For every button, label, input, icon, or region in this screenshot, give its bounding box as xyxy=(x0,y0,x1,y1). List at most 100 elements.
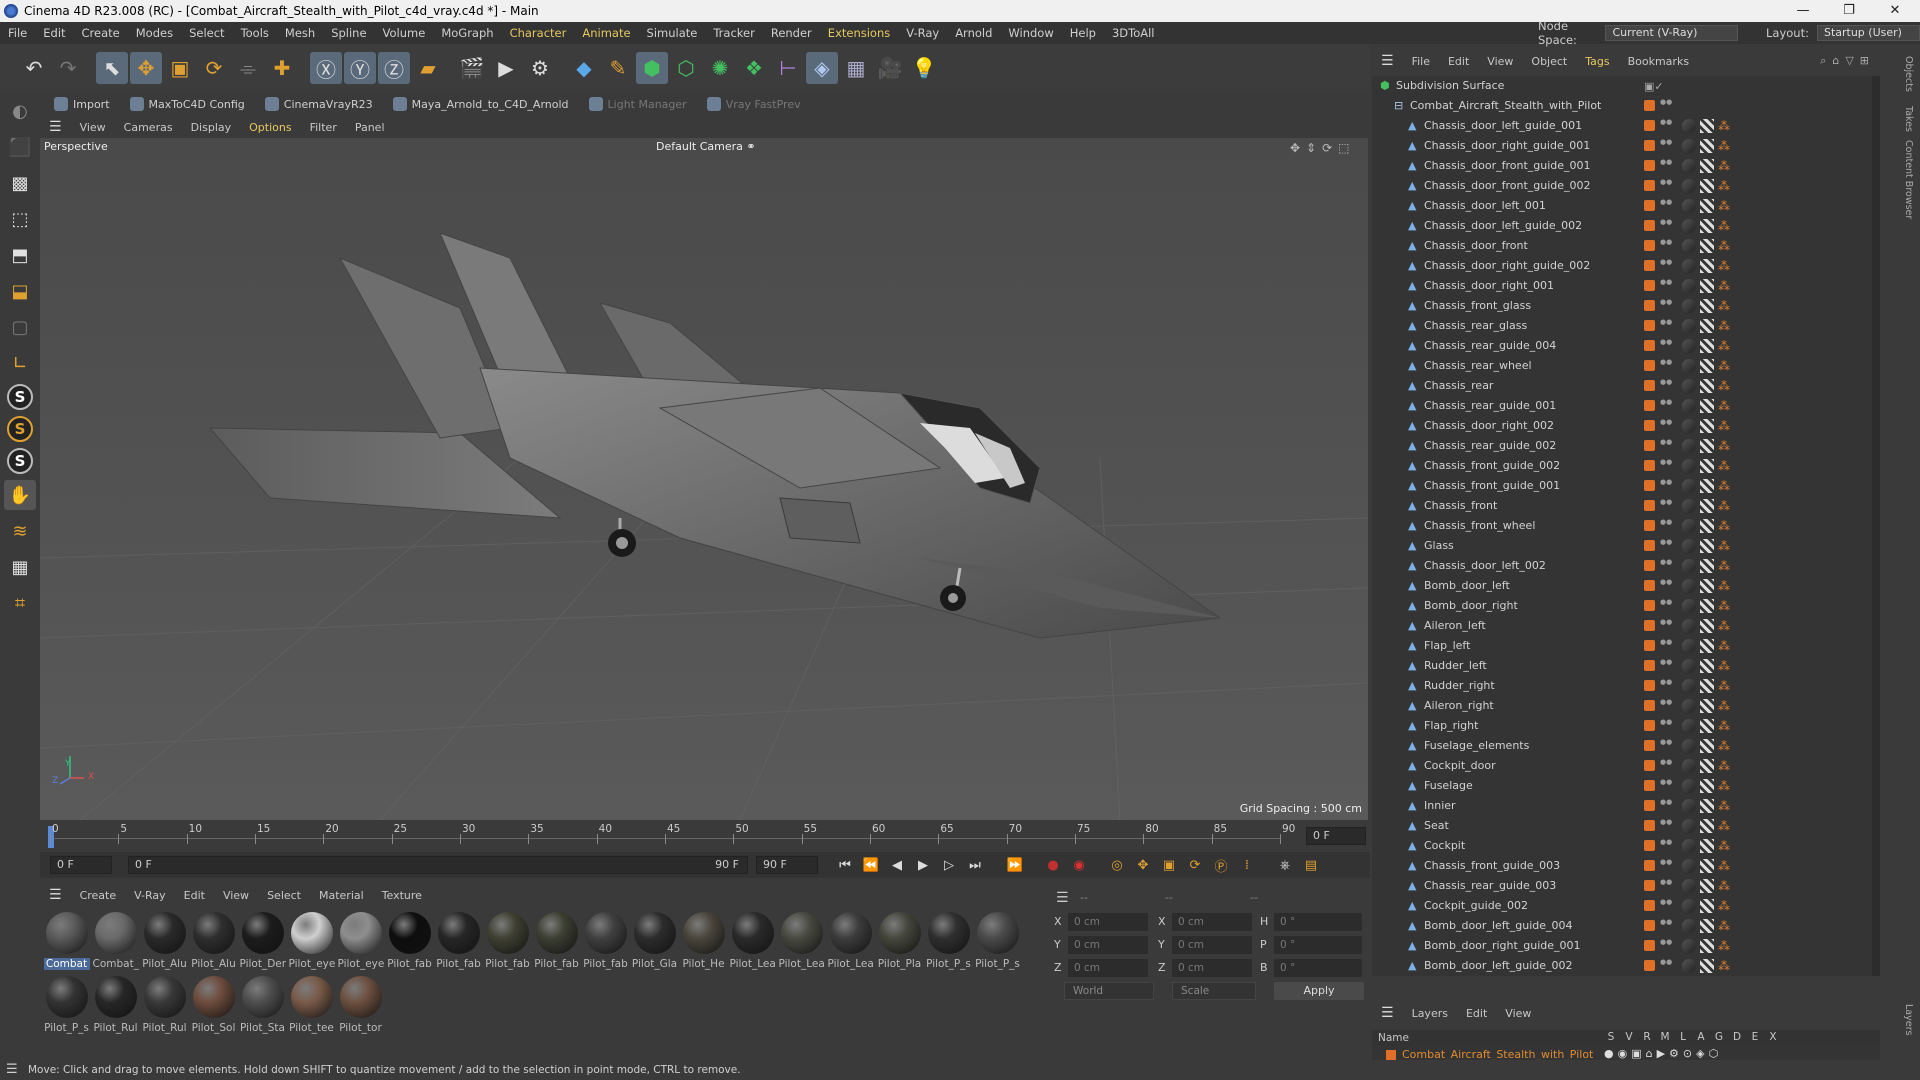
rotate-tool-icon[interactable]: ⟳ xyxy=(198,52,230,84)
material-tag-icon[interactable]: ⁂ xyxy=(1718,819,1732,833)
vray-tag-icon[interactable] xyxy=(1682,279,1696,293)
material-tag-icon[interactable]: ⁂ xyxy=(1718,939,1732,953)
y-axis-lock-icon[interactable]: Ⓨ xyxy=(344,52,376,84)
autokey-icon[interactable]: ◉ xyxy=(1068,854,1090,876)
texture-tag-icon[interactable] xyxy=(1700,679,1714,693)
texture-tag-icon[interactable] xyxy=(1700,219,1714,233)
material-tag-icon[interactable]: ⁂ xyxy=(1718,759,1732,773)
workplane-icon[interactable]: ≋ xyxy=(4,516,36,546)
material-swatch[interactable]: Pilot_Sol xyxy=(189,974,238,1038)
visibility-dots[interactable]: ●● xyxy=(1660,199,1672,213)
texture-tag-icon[interactable] xyxy=(1700,439,1714,453)
layer-color-tag[interactable] xyxy=(1644,840,1655,851)
visibility-dots[interactable]: ●● xyxy=(1660,579,1672,593)
size-x-field[interactable]: 0 cm xyxy=(1172,913,1252,931)
object-row-subdivision-surface[interactable]: ⬢ Subdivision Surface ▣✓ xyxy=(1372,76,1880,96)
layer-toggle-icons[interactable]: ●◉▣⌂▶⚙⊙◈⬡ xyxy=(1604,1047,1722,1060)
menu-create[interactable]: Create xyxy=(74,26,128,40)
menu-mograph[interactable]: MoGraph xyxy=(433,26,501,40)
object-row[interactable]: ▲ Bomb_door_right ●● ⁂ xyxy=(1372,596,1880,616)
material-tag-icon[interactable]: ⁂ xyxy=(1718,679,1732,693)
material-tag-icon[interactable]: ⁂ xyxy=(1718,559,1732,573)
texture-tag-icon[interactable] xyxy=(1700,939,1714,953)
vray-tag-icon[interactable] xyxy=(1682,519,1696,533)
enabled-checkmark-icon[interactable]: ▣✓ xyxy=(1644,80,1664,93)
object-row[interactable]: ▲ Chassis_rear_guide_004 ●● ⁂ xyxy=(1372,336,1880,356)
transform-mode-dropdown[interactable]: Scale xyxy=(1172,982,1256,1000)
visibility-dots[interactable]: ●● xyxy=(1660,839,1672,853)
layer-column-m[interactable]: M xyxy=(1656,1031,1674,1043)
layer-column-d[interactable]: D xyxy=(1728,1031,1746,1043)
material-tag-icon[interactable]: ⁂ xyxy=(1718,299,1732,313)
layer-color-tag[interactable] xyxy=(1644,380,1655,391)
current-frame-field[interactable]: 0 F xyxy=(1306,827,1366,845)
texture-tag-icon[interactable] xyxy=(1700,539,1714,553)
layer-column-s[interactable]: S xyxy=(1602,1031,1620,1043)
viewport-menu-display[interactable]: Display xyxy=(182,121,241,134)
object-row[interactable]: ▲ Rudder_left ●● ⁂ xyxy=(1372,656,1880,676)
object-row[interactable]: ▲ Innier ●● ⁂ xyxy=(1372,796,1880,816)
texture-tag-icon[interactable] xyxy=(1700,719,1714,733)
status-menu-icon[interactable]: ☰ xyxy=(6,1062,18,1077)
visibility-dots[interactable]: ●● xyxy=(1660,359,1672,373)
texture-tag-icon[interactable] xyxy=(1700,279,1714,293)
menu-edit[interactable]: Edit xyxy=(35,26,73,40)
visibility-dots[interactable]: ●● xyxy=(1660,859,1672,873)
size-z-field[interactable]: 0 cm xyxy=(1172,959,1252,977)
material-menu-material[interactable]: Material xyxy=(310,889,373,902)
end-frame-field[interactable]: 90 F xyxy=(756,856,818,874)
material-tag-icon[interactable]: ⁂ xyxy=(1718,659,1732,673)
texture-tag-icon[interactable] xyxy=(1700,959,1714,973)
visibility-dots[interactable]: ●● xyxy=(1660,519,1672,533)
menu-select[interactable]: Select xyxy=(181,26,232,40)
material-menu-edit[interactable]: Edit xyxy=(175,889,214,902)
layer-color-tag[interactable] xyxy=(1644,120,1655,131)
material-menu-v-ray[interactable]: V-Ray xyxy=(125,889,175,902)
layer-color-tag[interactable] xyxy=(1644,280,1655,291)
material-tag-icon[interactable]: ⁂ xyxy=(1718,839,1732,853)
layer-color-tag[interactable] xyxy=(1644,600,1655,611)
layer-color-tag[interactable] xyxy=(1644,420,1655,431)
visibility-dots[interactable]: ●● xyxy=(1660,179,1672,193)
material-swatch[interactable]: Pilot_Alu xyxy=(140,910,189,974)
pos-y-field[interactable]: 0 cm xyxy=(1068,936,1148,954)
side-tab-content-browser[interactable]: Content Browser xyxy=(1903,140,1914,219)
layer-color-tag[interactable] xyxy=(1644,760,1655,771)
key-position-icon[interactable]: ✥ xyxy=(1132,854,1154,876)
viewport-menu-options[interactable]: Options xyxy=(240,121,300,134)
texture-tag-icon[interactable] xyxy=(1700,879,1714,893)
visibility-dots[interactable]: ●● xyxy=(1660,879,1672,893)
visibility-dots[interactable]: ●● xyxy=(1660,559,1672,573)
vray-tag-icon[interactable] xyxy=(1682,439,1696,453)
live-selection-icon[interactable]: ⬉ xyxy=(96,52,128,84)
visibility-dots[interactable]: ●● xyxy=(1660,819,1672,833)
visibility-dots[interactable]: ●● xyxy=(1660,959,1672,973)
extrude-generator-icon[interactable]: ⬡ xyxy=(670,52,702,84)
menu-file[interactable]: File xyxy=(0,26,35,40)
material-swatch[interactable]: Pilot_Gla xyxy=(630,910,679,974)
z-axis-lock-icon[interactable]: Ⓩ xyxy=(378,52,410,84)
layer-color-tag[interactable] xyxy=(1644,800,1655,811)
material-tag-icon[interactable]: ⁂ xyxy=(1718,339,1732,353)
layer-color-tag[interactable] xyxy=(1644,320,1655,331)
material-tag-icon[interactable]: ⁂ xyxy=(1718,179,1732,193)
texture-tag-icon[interactable] xyxy=(1700,399,1714,413)
material-menu-view[interactable]: View xyxy=(214,889,258,902)
object-row[interactable]: ▲ Chassis_door_front ●● ⁂ xyxy=(1372,236,1880,256)
material-tag-icon[interactable]: ⁂ xyxy=(1718,899,1732,913)
layer-color-tag[interactable] xyxy=(1644,260,1655,271)
object-row[interactable]: ▲ Bomb_door_right_guide_001 ●● ⁂ xyxy=(1372,936,1880,956)
layer-color-tag[interactable] xyxy=(1644,620,1655,631)
vray-tag-icon[interactable] xyxy=(1682,179,1696,193)
render-to-picture-viewer-icon[interactable]: ▶ xyxy=(490,52,522,84)
mograph-fracture-icon[interactable]: ❖ xyxy=(738,52,770,84)
visibility-dots[interactable]: ●● xyxy=(1660,719,1672,733)
size-y-field[interactable]: 0 cm xyxy=(1172,936,1252,954)
menu-v-ray[interactable]: V-Ray xyxy=(898,26,947,40)
material-menu-create[interactable]: Create xyxy=(71,889,126,902)
texture-tag-icon[interactable] xyxy=(1700,859,1714,873)
layer-color-tag[interactable] xyxy=(1644,500,1655,511)
texture-tag-icon[interactable] xyxy=(1700,799,1714,813)
layer-color-tag[interactable] xyxy=(1644,340,1655,351)
vray-tag-icon[interactable] xyxy=(1682,479,1696,493)
